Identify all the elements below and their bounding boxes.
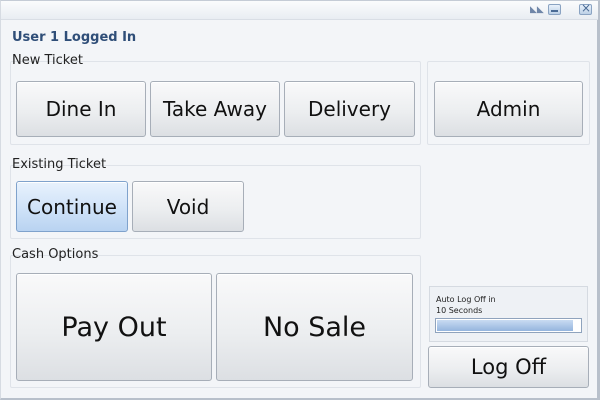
dine-in-button-label: Dine In — [45, 97, 117, 121]
log-off-button[interactable]: Log Off — [428, 346, 589, 388]
continue-button[interactable]: Continue — [16, 181, 128, 232]
dine-in-button[interactable]: Dine In — [16, 81, 146, 137]
delivery-button[interactable]: Delivery — [284, 81, 415, 137]
cash-options-label: Cash Options — [12, 247, 99, 262]
minimize-icon[interactable] — [548, 4, 561, 15]
take-away-button-label: Take Away — [162, 97, 267, 121]
auto-logoff-text: Auto Log Off in 10 Seconds — [436, 294, 496, 316]
auto-logoff-progress-fill — [437, 320, 573, 331]
pay-out-button[interactable]: Pay Out — [16, 273, 212, 381]
delivery-button-label: Delivery — [307, 97, 392, 121]
new-ticket-label: New Ticket — [12, 53, 83, 68]
pay-out-button-label: Pay Out — [61, 311, 167, 343]
existing-ticket-label: Existing Ticket — [12, 157, 107, 172]
title-bar: ◣◣ — [1, 1, 598, 20]
pos-window: ◣◣ User 1 Logged In New Ticket Dine In T… — [0, 0, 600, 400]
admin-button-label: Admin — [476, 97, 541, 121]
void-button-label: Void — [166, 194, 210, 219]
no-sale-button-label: No Sale — [262, 311, 367, 343]
log-off-button-label: Log Off — [470, 355, 547, 379]
no-sale-button[interactable]: No Sale — [216, 273, 413, 381]
resize-grip-icon: ◣◣ — [530, 5, 544, 15]
admin-button[interactable]: Admin — [434, 81, 583, 137]
void-button[interactable]: Void — [132, 181, 244, 232]
auto-logoff-line2: 10 Seconds — [436, 306, 483, 315]
auto-logoff-line1: Auto Log Off in — [436, 295, 496, 304]
user-status-label: User 1 Logged In — [12, 30, 137, 45]
continue-button-label: Continue — [27, 194, 117, 219]
auto-logoff-panel: Auto Log Off in 10 Seconds — [429, 286, 588, 342]
auto-logoff-progress — [435, 318, 582, 333]
close-icon[interactable] — [579, 1, 592, 15]
take-away-button[interactable]: Take Away — [150, 81, 280, 137]
